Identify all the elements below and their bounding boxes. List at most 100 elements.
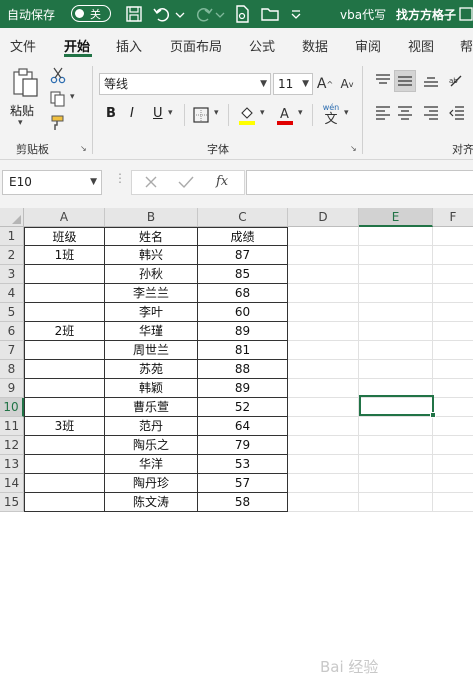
cell-score[interactable]: 88: [198, 360, 288, 379]
cell-empty[interactable]: [433, 398, 473, 417]
align-left-icon[interactable]: [372, 102, 394, 124]
save-icon[interactable]: [124, 4, 144, 24]
cell-empty[interactable]: [359, 303, 433, 322]
cell-name[interactable]: 苏苑: [105, 360, 198, 379]
fill-handle[interactable]: [430, 412, 436, 418]
clipboard-launcher-icon[interactable]: ↘: [80, 144, 87, 153]
cell-empty[interactable]: [359, 474, 433, 493]
row-header[interactable]: 3: [0, 265, 24, 284]
cell-score[interactable]: 85: [198, 265, 288, 284]
cell-empty[interactable]: [288, 360, 359, 379]
cell-empty[interactable]: [433, 379, 473, 398]
cell-name[interactable]: 孙秋: [105, 265, 198, 284]
font-color-icon[interactable]: A: [275, 104, 295, 126]
cell-name[interactable]: 周世兰: [105, 341, 198, 360]
cell-score[interactable]: 68: [198, 284, 288, 303]
row-header[interactable]: 2: [0, 246, 24, 265]
tab-help[interactable]: 帮: [460, 36, 473, 55]
column-header-d[interactable]: D: [288, 208, 359, 227]
undo-icon[interactable]: [152, 4, 172, 24]
cell-empty[interactable]: [288, 379, 359, 398]
cell-class[interactable]: [24, 303, 105, 322]
column-header-c[interactable]: C: [198, 208, 288, 227]
cell-name[interactable]: 华瑾: [105, 322, 198, 341]
cell-class[interactable]: [24, 455, 105, 474]
name-box[interactable]: E10 ▼: [2, 170, 102, 195]
copy-icon[interactable]: [48, 90, 68, 108]
cell-class[interactable]: [24, 379, 105, 398]
cell-empty[interactable]: [433, 360, 473, 379]
cell-name[interactable]: 韩兴: [105, 246, 198, 265]
cell-score[interactable]: 89: [198, 322, 288, 341]
cell-name[interactable]: 陶乐之: [105, 436, 198, 455]
autosave-toggle[interactable]: 关: [71, 5, 111, 22]
tab-formulas[interactable]: 公式: [249, 36, 275, 55]
cell-empty[interactable]: [288, 227, 359, 246]
cell-empty[interactable]: [288, 493, 359, 512]
copy-dropdown-icon[interactable]: ▾: [70, 92, 75, 102]
cell-empty[interactable]: [288, 246, 359, 265]
cell-empty[interactable]: [288, 455, 359, 474]
font-color-dropdown-icon[interactable]: ▾: [298, 108, 303, 118]
cell-score[interactable]: 52: [198, 398, 288, 417]
row-header[interactable]: 8: [0, 360, 24, 379]
row-header[interactable]: 12: [0, 436, 24, 455]
font-launcher-icon[interactable]: ↘: [350, 144, 357, 153]
increase-font-size-icon[interactable]: A ^: [316, 73, 334, 95]
cut-icon[interactable]: [48, 66, 68, 84]
cell-empty[interactable]: [288, 284, 359, 303]
cell-empty[interactable]: [433, 436, 473, 455]
column-header-e[interactable]: E: [359, 208, 433, 227]
cell-empty[interactable]: [288, 474, 359, 493]
cell-empty[interactable]: [359, 493, 433, 512]
cell-score[interactable]: 64: [198, 417, 288, 436]
cancel-icon[interactable]: [144, 175, 158, 192]
user-name[interactable]: 找方方格子: [396, 6, 456, 23]
orientation-icon[interactable]: ab: [446, 70, 468, 92]
cell-empty[interactable]: [288, 322, 359, 341]
cell-empty[interactable]: [288, 303, 359, 322]
redo-dropdown-icon[interactable]: [214, 4, 226, 24]
align-center-icon[interactable]: [394, 102, 416, 124]
fill-color-dropdown-icon[interactable]: ▾: [260, 108, 265, 118]
cell-empty[interactable]: [433, 417, 473, 436]
undo-dropdown-icon[interactable]: [174, 4, 186, 24]
cell-class[interactable]: [24, 341, 105, 360]
worksheet-grid[interactable]: A B C D E F 1 班级 姓名 成绩 2 1班 韩兴 87 3 孙秋 85 4 李兰兰 68 5 李叶…: [0, 208, 473, 676]
row-header[interactable]: 1: [0, 227, 24, 246]
tab-insert[interactable]: 插入: [116, 36, 142, 55]
tab-page-layout[interactable]: 页面布局: [170, 36, 222, 55]
cell-empty[interactable]: [288, 436, 359, 455]
cell-empty[interactable]: [288, 341, 359, 360]
cell-class[interactable]: [24, 474, 105, 493]
cell-name[interactable]: 范丹: [105, 417, 198, 436]
decrease-indent-icon[interactable]: [446, 102, 468, 124]
folder-icon[interactable]: [260, 4, 280, 24]
cell-class[interactable]: [24, 398, 105, 417]
cell-empty[interactable]: [433, 455, 473, 474]
tab-review[interactable]: 审阅: [355, 36, 381, 55]
borders-icon[interactable]: [191, 105, 211, 125]
row-header[interactable]: 15: [0, 493, 24, 512]
paste-icon[interactable]: [8, 66, 42, 100]
row-header[interactable]: 4: [0, 284, 24, 303]
font-size-combo[interactable]: 11 ▼: [273, 73, 313, 95]
cell-class[interactable]: [24, 360, 105, 379]
row-header[interactable]: 7: [0, 341, 24, 360]
account-icon[interactable]: [458, 4, 473, 24]
cell-empty[interactable]: [359, 246, 433, 265]
cell-empty[interactable]: [433, 227, 473, 246]
column-header-b[interactable]: B: [105, 208, 198, 227]
phonetic-guide-icon[interactable]: wén 文: [320, 103, 342, 129]
column-header-f[interactable]: F: [433, 208, 473, 227]
decrease-font-size-icon[interactable]: Av: [338, 73, 356, 95]
cell-empty[interactable]: [288, 417, 359, 436]
underline-button[interactable]: U: [153, 106, 163, 121]
cell-name[interactable]: 陶丹珍: [105, 474, 198, 493]
cell-score[interactable]: 成绩: [198, 227, 288, 246]
cell-empty[interactable]: [433, 322, 473, 341]
cell-name[interactable]: 曹乐萱: [105, 398, 198, 417]
italic-button[interactable]: I: [130, 106, 134, 121]
align-top-icon[interactable]: [372, 70, 394, 92]
align-bottom-icon[interactable]: [420, 70, 442, 92]
